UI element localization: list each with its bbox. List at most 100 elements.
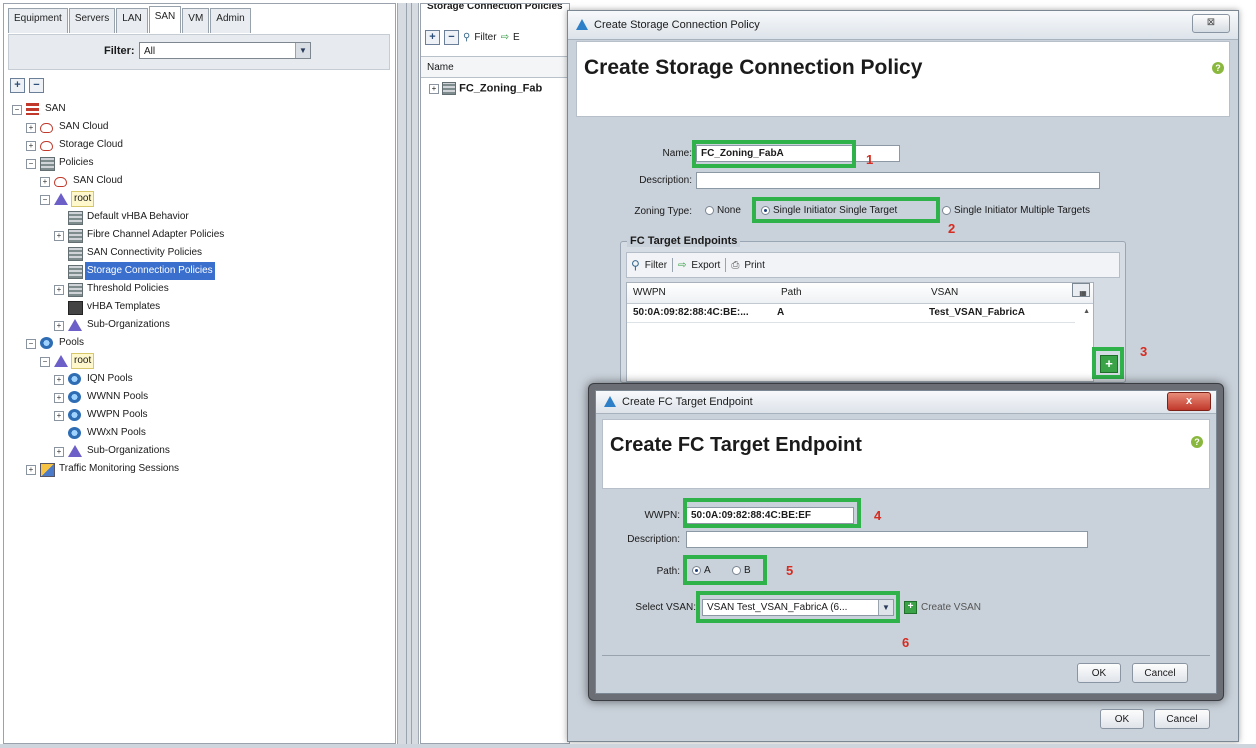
- radio-none[interactable]: [705, 206, 714, 215]
- expand-icon[interactable]: +: [54, 285, 64, 295]
- create-vsan-link[interactable]: + Create VSAN: [904, 601, 981, 614]
- expand-icon[interactable]: +: [26, 141, 36, 151]
- collapse-icon[interactable]: −: [26, 159, 36, 169]
- export-icon[interactable]: ⇨: [501, 32, 509, 43]
- tree-item[interactable]: SAN Connectivity Policies: [4, 244, 389, 262]
- cancel-button[interactable]: Cancel: [1132, 663, 1188, 683]
- tree-item[interactable]: WWxN Pools: [4, 424, 389, 442]
- content-column-header[interactable]: Name: [421, 56, 569, 78]
- vsan-select[interactable]: VSAN Test_VSAN_FabricA (6... ▼: [702, 599, 894, 616]
- cell-vsan: Test_VSAN_FabricA: [929, 307, 1025, 318]
- cancel-button[interactable]: Cancel: [1154, 709, 1210, 729]
- splitter-grip[interactable]: [406, 3, 412, 744]
- table-row[interactable]: 50:0A:09:82:88:4C:BE:... A Test_VSAN_Fab…: [627, 303, 1075, 323]
- add-icon[interactable]: +: [425, 29, 440, 45]
- filter-icon[interactable]: ⚲: [463, 32, 470, 43]
- expand-icon[interactable]: +: [54, 375, 64, 385]
- endpoints-export-button[interactable]: Export: [691, 260, 720, 271]
- description-field[interactable]: [686, 531, 1088, 548]
- tree-item[interactable]: − Pools: [4, 334, 389, 352]
- ok-button[interactable]: OK: [1100, 709, 1144, 729]
- help-icon[interactable]: ?: [1212, 62, 1224, 74]
- expand-icon[interactable]: +: [40, 177, 50, 187]
- column-header-path[interactable]: Path: [777, 283, 921, 303]
- chevron-down-icon[interactable]: ▼: [295, 43, 310, 58]
- tree-item[interactable]: + Traffic Monitoring Sessions: [4, 460, 389, 478]
- tree-item[interactable]: Storage Connection Policies: [4, 262, 389, 280]
- expand-icon[interactable]: +: [26, 465, 36, 475]
- column-header-vsan[interactable]: VSAN: [927, 283, 1071, 303]
- ok-button[interactable]: OK: [1077, 663, 1121, 683]
- add-endpoint-button[interactable]: +: [1100, 355, 1118, 373]
- zoning-radio-multiple-targets[interactable]: Single Initiator Multiple Targets: [942, 205, 1090, 216]
- filter-icon[interactable]: ⚲: [631, 258, 640, 272]
- tree-item[interactable]: + Fibre Channel Adapter Policies: [4, 226, 389, 244]
- radio-path-a[interactable]: [692, 566, 701, 575]
- pane-splitter[interactable]: [397, 3, 419, 744]
- close-button[interactable]: x: [1167, 392, 1211, 411]
- list-item[interactable]: + FC_Zoning_Fab: [429, 82, 542, 95]
- expand-all-icon[interactable]: +: [10, 78, 25, 93]
- nav-tab-vm[interactable]: VM: [182, 8, 210, 33]
- remove-icon[interactable]: −: [444, 29, 459, 45]
- scroll-up-icon[interactable]: ▲: [1083, 308, 1090, 315]
- tree-item[interactable]: + WWNN Pools: [4, 388, 389, 406]
- expand-icon[interactable]: +: [54, 447, 64, 457]
- tree-item[interactable]: + IQN Pools: [4, 370, 389, 388]
- chevron-down-icon[interactable]: ▼: [878, 600, 893, 615]
- nav-tab-servers[interactable]: Servers: [68, 8, 116, 33]
- content-filter-button[interactable]: Filter: [474, 32, 496, 43]
- radio-single-target[interactable]: [761, 206, 770, 215]
- close-button[interactable]: ⊠: [1192, 14, 1230, 33]
- expand-icon[interactable]: +: [54, 231, 64, 241]
- endpoints-filter-button[interactable]: Filter: [645, 260, 667, 271]
- endpoints-print-button[interactable]: Print: [744, 260, 765, 271]
- tree-item[interactable]: − root: [4, 352, 389, 370]
- wwpn-field[interactable]: 50:0A:09:82:88:4C:BE:EF: [686, 507, 854, 524]
- help-icon[interactable]: ?: [1191, 436, 1203, 448]
- tree-item[interactable]: + SAN Cloud: [4, 118, 389, 136]
- expand-icon[interactable]: +: [54, 393, 64, 403]
- column-header-wwpn[interactable]: WWPN: [629, 283, 773, 303]
- nav-tab-lan[interactable]: LAN: [116, 8, 148, 33]
- tree-item[interactable]: − SAN: [4, 100, 389, 118]
- zoning-radio-none[interactable]: None: [705, 205, 741, 216]
- path-radio-a[interactable]: A: [692, 565, 711, 576]
- collapse-icon[interactable]: −: [40, 195, 50, 205]
- tree-item[interactable]: + WWPN Pools: [4, 406, 389, 424]
- tree-item[interactable]: + SAN Cloud: [4, 172, 389, 190]
- zoning-radio-single-target[interactable]: Single Initiator Single Target: [761, 205, 897, 216]
- radio-path-b[interactable]: [732, 566, 741, 575]
- collapse-icon[interactable]: −: [40, 357, 50, 367]
- filter-select[interactable]: All ▼: [139, 42, 311, 59]
- expand-icon[interactable]: +: [54, 321, 64, 331]
- collapse-icon[interactable]: −: [12, 105, 22, 115]
- tree-item[interactable]: vHBA Templates: [4, 298, 389, 316]
- tree-item[interactable]: Default vHBA Behavior: [4, 208, 389, 226]
- expand-icon[interactable]: +: [54, 411, 64, 421]
- export-icon[interactable]: ⇨: [678, 260, 686, 271]
- tree-item[interactable]: + Threshold Policies: [4, 280, 389, 298]
- nav-tab-admin[interactable]: Admin: [210, 8, 251, 33]
- content-export-button[interactable]: E: [513, 32, 520, 43]
- dialog-titlebar[interactable]: Create Storage Connection Policy ⊠: [568, 11, 1238, 40]
- nav-tab-equipment[interactable]: Equipment: [8, 8, 68, 33]
- tree-item[interactable]: − Policies: [4, 154, 389, 172]
- collapse-icon[interactable]: −: [26, 339, 36, 349]
- radio-multiple-targets[interactable]: [942, 206, 951, 215]
- tree-item[interactable]: + Storage Cloud: [4, 136, 389, 154]
- collapse-all-icon[interactable]: −: [29, 78, 44, 93]
- description-label: Description:: [639, 175, 692, 186]
- tree-item[interactable]: + Sub-Organizations: [4, 316, 389, 334]
- expand-icon[interactable]: +: [26, 123, 36, 133]
- dialog-titlebar[interactable]: Create FC Target Endpoint x: [596, 391, 1216, 414]
- tree-item-label: SAN Cloud: [59, 121, 109, 132]
- tree-item[interactable]: + Sub-Organizations: [4, 442, 389, 460]
- print-icon[interactable]: ⎙: [731, 260, 739, 271]
- expand-icon[interactable]: +: [429, 83, 439, 94]
- nav-tab-san[interactable]: SAN: [148, 6, 182, 33]
- column-chooser-icon[interactable]: ▦: [1072, 283, 1090, 297]
- path-radio-b[interactable]: B: [732, 565, 751, 576]
- tree-item[interactable]: − root: [4, 190, 389, 208]
- description-field[interactable]: [696, 172, 1100, 189]
